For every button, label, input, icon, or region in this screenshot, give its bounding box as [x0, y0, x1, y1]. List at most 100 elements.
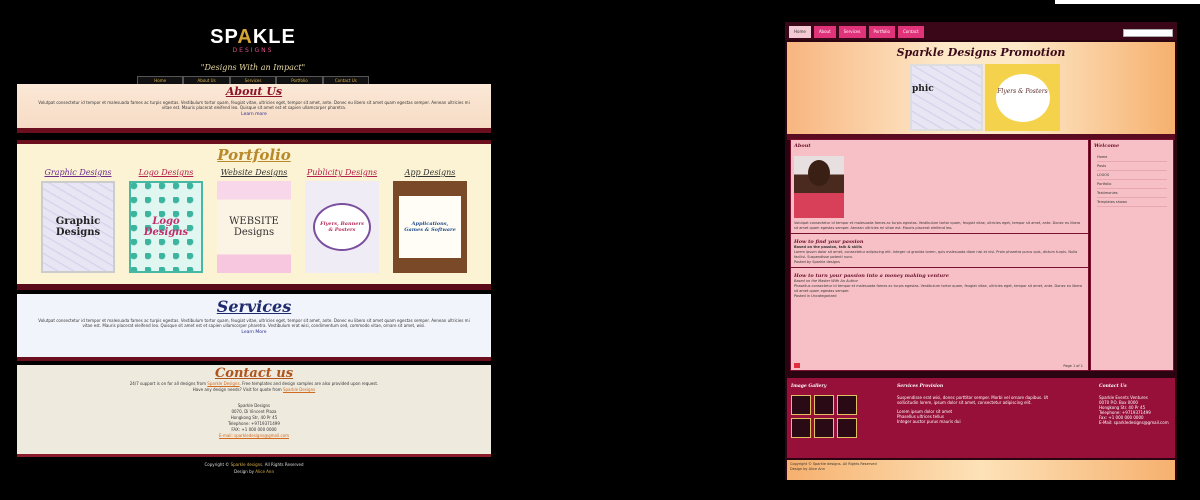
- copyright-text: . All Rights Reserved: [262, 462, 304, 467]
- about-learn-more-link[interactable]: Learn more: [17, 112, 491, 117]
- portfolio-card-logo[interactable]: Logo Designs Logo Designs: [127, 168, 205, 273]
- sidebar: Welcome Home Posts LOGOS Portfolio Testi…: [1090, 139, 1174, 371]
- copyright-bar: Copyright © Sparkle designs. All Rights …: [787, 460, 1175, 480]
- copyright-link[interactable]: Sparkle designs: [231, 462, 263, 467]
- card-title: App Designs: [404, 168, 456, 177]
- tab-contact[interactable]: Contact: [897, 26, 924, 38]
- contact-section: Contact us 24/7 support is on for all de…: [17, 365, 491, 457]
- portfolio-card-app[interactable]: App Designs Applications, Games & Softwa…: [391, 168, 469, 273]
- portfolio-card-publicity[interactable]: Publicity Designs Flyers, Banners & Post…: [303, 168, 381, 273]
- logo-text-start: SP: [210, 26, 238, 48]
- post-title[interactable]: How to turn your passion into a money ma…: [791, 270, 1088, 279]
- thumbnail[interactable]: [791, 418, 811, 438]
- services-learn-more-link[interactable]: Learn More: [17, 330, 491, 335]
- card-image: Flyers, Banners & Posters: [305, 181, 379, 273]
- text: Have any design needs? Visit for quote f…: [192, 387, 283, 392]
- footer-gallery: Image Gallery: [791, 384, 857, 438]
- portfolio-card-website[interactable]: Website Designs WEBSITE Designs: [215, 168, 293, 273]
- main-content: About Volutpat consectetur id tempor et …: [790, 139, 1089, 371]
- site-logo[interactable]: SPAKLE DESIGNS: [15, 26, 491, 54]
- thumbnail[interactable]: [814, 395, 834, 415]
- banner-image-graphic: phic: [910, 64, 983, 131]
- footer-contact: Contact Us Sparkle Events Ventures 0070 …: [1099, 384, 1173, 425]
- divider: [791, 233, 1088, 234]
- card-image: Logo Designs: [129, 181, 203, 273]
- tab-about[interactable]: About: [813, 26, 836, 38]
- portfolio-title: Portfolio: [217, 146, 291, 164]
- sparkle-link[interactable]: Sparkle Designs: [283, 387, 315, 392]
- email-link[interactable]: E-mail: sparkledesigns@gmail.com: [17, 433, 491, 439]
- promo-banner: Sparkle Designs Promotion phic Flyers & …: [787, 42, 1175, 134]
- logo-text-end: KLE: [252, 26, 296, 48]
- left-footer: Copyright © Sparkle designs. All Rights …: [17, 461, 491, 475]
- post-author: Posted by Sparkle designs: [794, 260, 840, 264]
- thumbnail[interactable]: [814, 418, 834, 438]
- cloud-bubble: Flyers, Banners & Posters: [313, 203, 371, 251]
- text: . Free templates and design samples are …: [239, 381, 379, 386]
- footer-list-item[interactable]: Integer auctor purus mauris dui: [897, 419, 1067, 424]
- contact-title: Contact us: [214, 366, 294, 381]
- designer-text: Design by: [234, 469, 256, 474]
- sidebar-item-home[interactable]: Home: [1097, 153, 1167, 162]
- logo-text-a: A: [237, 26, 253, 48]
- sidebar-item-portfolio[interactable]: Portfolio: [1097, 180, 1167, 189]
- gallery-thumbnails: [791, 395, 857, 438]
- banner-image-flyers: Flyers & Posters: [985, 64, 1060, 131]
- sidebar-item-templates[interactable]: Templates shown: [1097, 198, 1167, 207]
- avatar: [794, 156, 844, 218]
- banner-title: Sparkle Designs Promotion: [896, 46, 1066, 59]
- card-title: Graphic Designs: [44, 168, 112, 177]
- portfolio-section: Portfolio Graphic Designs Graphic Design…: [17, 140, 491, 290]
- about-title: About Us: [225, 85, 283, 98]
- footer: Image Gallery Services Provision Suspend…: [787, 378, 1175, 458]
- post-title[interactable]: How to find your passion: [791, 236, 1088, 245]
- portfolio-card-graphic[interactable]: Graphic Designs Graphic Designs: [39, 168, 117, 273]
- search-input[interactable]: [1123, 29, 1173, 37]
- email-link[interactable]: E-Mail: sparkledesigns@gmail.com: [1099, 420, 1173, 425]
- post-category: Posted in Uncategorized: [794, 294, 837, 298]
- site-tagline: "Designs With an Impact": [200, 63, 306, 72]
- services-text: Volutpat consectetur id tempor et malesu…: [38, 318, 470, 328]
- pagination-button[interactable]: [794, 363, 800, 368]
- right-website-screenshot: Home About Services Portfolio Contact Sp…: [785, 22, 1177, 480]
- footer-heading: Services Provision: [897, 384, 944, 389]
- footer-heading: Image Gallery: [791, 384, 827, 389]
- footer-services: Services Provision Suspendisse erat wisi…: [897, 384, 1067, 424]
- about-heading: About: [794, 143, 811, 149]
- thumbnail[interactable]: [791, 395, 811, 415]
- divider: [791, 267, 1088, 268]
- thumbnail[interactable]: [837, 418, 857, 438]
- contact-line-2: Have any design needs? Visit for quote f…: [17, 387, 491, 393]
- avatar-face: [808, 160, 830, 186]
- card-image: WEBSITE Designs: [217, 181, 291, 273]
- top-bar: Home About Services Portfolio Contact: [785, 22, 1177, 40]
- banner-image-text: Flyers & Posters: [995, 73, 1050, 122]
- footer-text: Suspendisse erat wisi, donec porttitor s…: [897, 395, 1049, 405]
- about-text: Volutpat consectetur id tempor et malesu…: [38, 100, 470, 110]
- services-title: Services: [216, 297, 292, 316]
- footer-heading: Contact Us: [1099, 384, 1127, 389]
- tab-home[interactable]: Home: [789, 26, 811, 38]
- thumbnail[interactable]: [837, 395, 857, 415]
- tab-portfolio[interactable]: Portfolio: [868, 26, 895, 38]
- card-image: Graphic Designs: [41, 181, 115, 273]
- sidebar-item-posts[interactable]: Posts: [1097, 162, 1167, 171]
- post-body: Phasellus consectetur id tempor et males…: [794, 284, 1083, 293]
- about-section: About Us Volutpat consectetur id tempor …: [17, 84, 491, 133]
- sparkle-link[interactable]: Sparkle Designs: [207, 381, 239, 386]
- tab-bar: Home About Services Portfolio Contact: [789, 26, 924, 38]
- designer-text: Design by Alice Ann: [790, 467, 825, 471]
- card-image: Applications, Games & Software: [393, 181, 467, 273]
- text: 24/7 support is on for all designs from: [129, 381, 208, 386]
- page-indicator: Page 1 of 1: [1063, 364, 1083, 368]
- designer-link[interactable]: Alice Ann: [255, 469, 274, 474]
- card-title: Publicity Designs: [306, 168, 378, 177]
- sidebar-item-logos[interactable]: LOGOS: [1097, 171, 1167, 180]
- copyright-text: Copyright ©: [204, 462, 231, 467]
- sidebar-item-testimonies[interactable]: Testimonies: [1097, 189, 1167, 198]
- logo-subtitle: DESIGNS: [232, 47, 274, 54]
- contact-address: Sparkle Designs 0070, Di Vincent Plaza H…: [17, 403, 491, 439]
- post-body: Lorem ipsum dolor sit amet, consectetur …: [794, 250, 1078, 259]
- sidebar-list: Home Posts LOGOS Portfolio Testimonies T…: [1091, 149, 1173, 211]
- tab-services[interactable]: Services: [838, 26, 866, 38]
